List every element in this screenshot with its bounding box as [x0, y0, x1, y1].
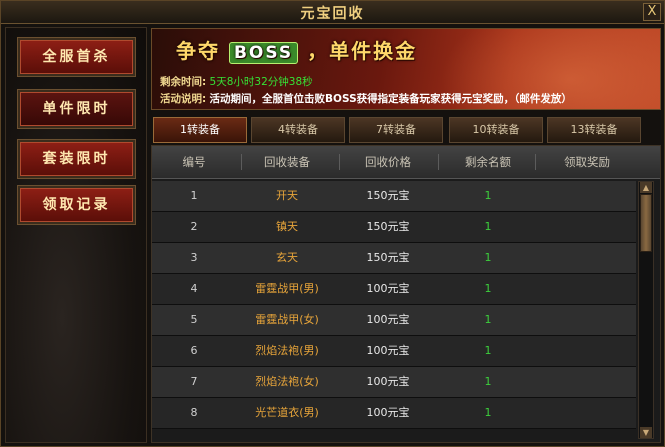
recycle-price: 100元宝: [366, 282, 410, 295]
equipment-name: 烈焰法袍(男): [255, 344, 319, 357]
scroll-up-icon[interactable]: ▲: [640, 182, 652, 193]
equipment-name: 雷霆战甲(女): [255, 313, 319, 326]
tab-tier-4[interactable]: 4转装备: [251, 117, 345, 143]
col-price: 回收价格: [365, 155, 411, 169]
reward-cell: [538, 305, 636, 335]
table-row: 6 烈焰法袍(男) 100元宝 1: [152, 336, 636, 367]
tab-tier-1[interactable]: 1转装备: [153, 117, 247, 143]
sidebar-item-set-limited[interactable]: 套装限时: [18, 140, 135, 178]
scroll-thumb[interactable]: [640, 194, 652, 252]
equipment-name: 玄天: [276, 251, 298, 264]
recycle-price: 150元宝: [366, 251, 410, 264]
tab-tier-10[interactable]: 10转装备: [449, 117, 543, 143]
remaining-slots: 1: [484, 189, 492, 202]
remaining-slots: 1: [484, 282, 492, 295]
event-description: 活动说明: 活动期间，全服首位击败BOSS获得指定装备玩家获得元宝奖励，（邮件发…: [160, 91, 572, 106]
table-row: 1 开天 150元宝 1: [152, 181, 636, 212]
col-reward: 领取奖励: [564, 155, 610, 169]
col-equipment: 回收装备: [264, 155, 310, 169]
close-icon[interactable]: X: [643, 3, 661, 21]
header-divider: [535, 154, 536, 170]
remaining-slots: 1: [484, 313, 492, 326]
sidebar-item-first-kill[interactable]: 全服首杀: [18, 38, 135, 76]
window-title: 元宝回收: [300, 6, 365, 22]
table-row: 7 烈焰法袍(女) 100元宝 1: [152, 367, 636, 398]
remaining-slots: 1: [484, 251, 492, 264]
table-row: 2 镇天 150元宝 1: [152, 212, 636, 243]
tab-tier-13[interactable]: 13转装备: [547, 117, 641, 143]
reward-cell: [538, 181, 636, 211]
boss-badge: BOSS: [228, 42, 299, 64]
table-row: 3 玄天 150元宝 1: [152, 243, 636, 274]
tab-tier-7[interactable]: 7转装备: [349, 117, 443, 143]
sidebar-item-claim-record[interactable]: 领取记录: [18, 186, 135, 224]
table-row: 8 光芒道衣(男) 100元宝 1: [152, 398, 636, 429]
equipment-name: 雷霆战甲(男): [255, 282, 319, 295]
sidebar: 全服首杀 单件限时 套装限时 领取记录: [5, 27, 147, 443]
banner-title-suffix: ，单件换金: [307, 39, 418, 63]
table-row: 4 雷霆战甲(男) 100元宝 1: [152, 274, 636, 305]
banner-title-prefix: 争夺: [176, 39, 220, 63]
reward-cell: [538, 274, 636, 304]
equipment-name: 光芒道衣(男): [255, 406, 319, 419]
recycle-price: 100元宝: [366, 313, 410, 326]
row-number: 8: [190, 406, 198, 419]
row-number: 2: [190, 220, 198, 233]
scroll-down-icon[interactable]: ▼: [640, 427, 652, 438]
row-number: 1: [190, 189, 198, 202]
reward-cell: [538, 243, 636, 273]
col-number: 编号: [182, 155, 206, 169]
table-scrollbar[interactable]: ▲ ▼: [638, 181, 654, 439]
recycle-price: 100元宝: [366, 406, 410, 419]
banner-title: 争夺 BOSS ，单件换金: [176, 35, 417, 64]
event-description-text: 活动期间，全服首位击败BOSS获得指定装备玩家获得元宝奖励，（邮件发放）: [209, 93, 572, 105]
recycle-price: 150元宝: [366, 220, 410, 233]
row-number: 4: [190, 282, 198, 295]
event-description-label: 活动说明:: [160, 93, 207, 105]
recycle-price: 100元宝: [366, 344, 410, 357]
equipment-name: 开天: [276, 189, 298, 202]
event-banner: 争夺 BOSS ，单件换金 剩余时间: 5天8小时32分钟38秒 活动说明: 活…: [151, 28, 661, 110]
recycle-price: 150元宝: [366, 189, 410, 202]
recycle-price: 100元宝: [366, 375, 410, 388]
equipment-name: 镇天: [276, 220, 298, 233]
remaining-slots: 1: [484, 406, 492, 419]
tier-tabs: 1转装备 4转装备 7转装备 10转装备 13转装备: [151, 117, 659, 143]
equipment-name: 烈焰法袍(女): [255, 375, 319, 388]
table-header: 编号 回收装备 回收价格 剩余名额 领取奖励: [152, 146, 660, 179]
remaining-slots: 1: [484, 344, 492, 357]
remaining-time-value: 5天8小时32分钟38秒: [209, 76, 313, 88]
sidebar-item-single-limited[interactable]: 单件限时: [18, 90, 135, 128]
reward-cell: [538, 336, 636, 366]
table-body: 1 开天 150元宝 1 2 镇天 150元宝 1 3 玄天 150元宝 1 4…: [152, 181, 636, 439]
reward-cell: [538, 367, 636, 397]
remaining-time: 剩余时间: 5天8小时32分钟38秒: [160, 74, 313, 89]
recycle-table: 编号 回收装备 回收价格 剩余名额 领取奖励 1 开天 150元宝 1 2 镇天…: [151, 145, 661, 443]
row-number: 6: [190, 344, 198, 357]
table-row: 5 雷霆战甲(女) 100元宝 1: [152, 305, 636, 336]
remaining-slots: 1: [484, 375, 492, 388]
reward-cell: [538, 398, 636, 428]
row-number: 7: [190, 375, 198, 388]
col-remaining: 剩余名额: [465, 155, 511, 169]
row-number: 5: [190, 313, 198, 326]
recycle-window: 元宝回收 X 全服首杀 单件限时 套装限时 领取记录 争夺 BOSS ，单件换金…: [0, 0, 665, 447]
remaining-slots: 1: [484, 220, 492, 233]
reward-cell: [538, 212, 636, 242]
title-bar[interactable]: 元宝回收 X: [1, 1, 664, 24]
row-number: 3: [190, 251, 198, 264]
remaining-time-label: 剩余时间:: [160, 76, 207, 88]
